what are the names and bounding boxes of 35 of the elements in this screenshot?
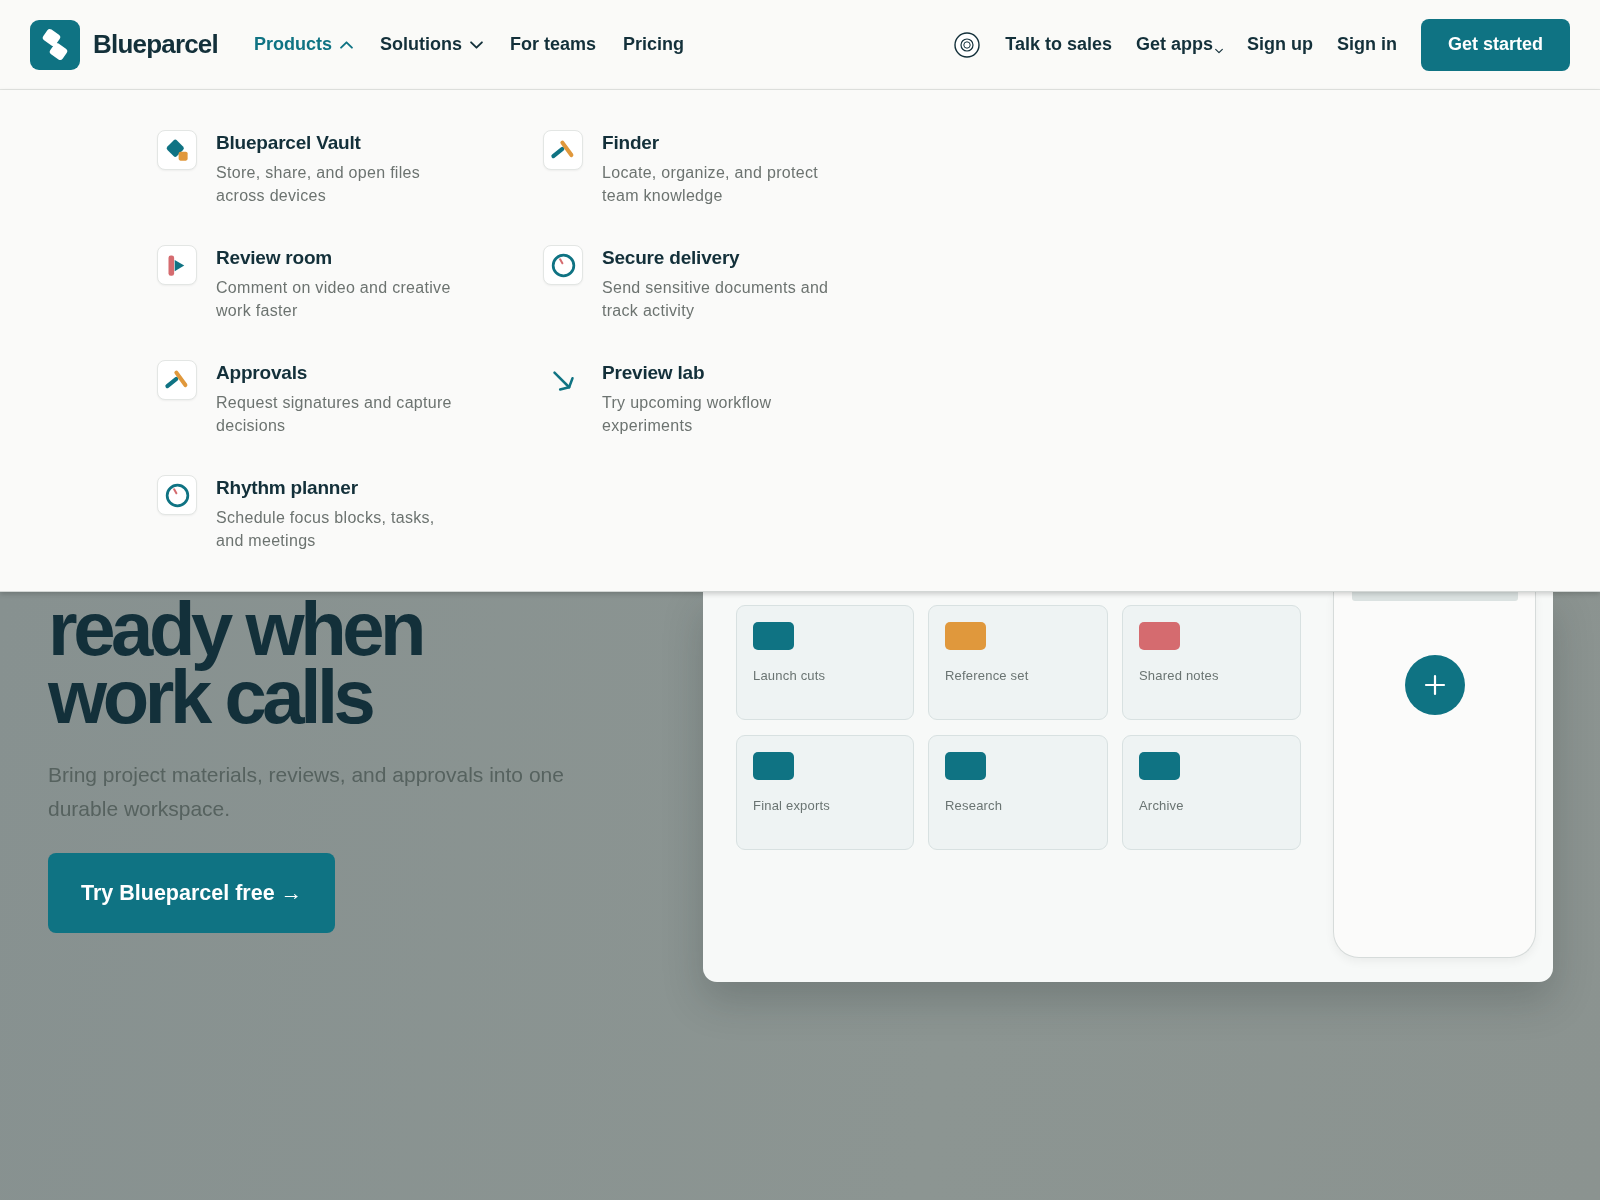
menu-item-description: Store, share, and open files across devices: [216, 163, 422, 206]
nav-link[interactable]: Get apps: [1135, 31, 1223, 58]
target-icon[interactable]: [954, 31, 981, 58]
nav-link[interactable]: Pricing: [623, 31, 684, 58]
menu-item-title[interactable]: Rhythm planner: [216, 476, 358, 500]
folder-label: Final exports: [753, 797, 831, 815]
logo-icon[interactable]: [30, 19, 80, 70]
try-free-button[interactable]: Try Blueparcel free →: [48, 853, 336, 933]
folder-label: Reference set: [945, 667, 1029, 685]
menu-item-title[interactable]: Blueparcel Vault: [216, 131, 361, 155]
folder-label: Research: [945, 797, 1003, 815]
get-started-button[interactable]: Get started: [1420, 18, 1570, 71]
folder-label: Launch cuts: [753, 667, 826, 685]
nav-link[interactable]: Sign up: [1246, 31, 1313, 58]
menu-item-title[interactable]: Approvals: [216, 361, 308, 385]
menu-item-title[interactable]: Secure delivery: [602, 246, 740, 270]
menu-item-description: Send sensitive documents and track activity: [602, 278, 830, 321]
menu-item-description: Schedule focus blocks, tasks, and meetings: [216, 508, 436, 551]
nav-link[interactable]: Products: [253, 31, 353, 58]
nav-link[interactable]: For teams: [509, 31, 596, 58]
menu-item-description: Comment on video and creative work faster: [216, 278, 452, 321]
nav-link[interactable]: Solutions: [379, 31, 483, 58]
nav-link[interactable]: Talk to sales: [1005, 31, 1112, 58]
plus-icon: [1423, 674, 1446, 696]
hero-heading: ready when work calls: [48, 595, 424, 731]
menu-item-title[interactable]: Review room: [216, 246, 333, 270]
menu-item-description: Locate, organize, and protect team knowledge: [602, 163, 819, 206]
brand-name[interactable]: Blueparcel: [93, 25, 218, 64]
menu-item-title[interactable]: Finder: [602, 131, 659, 155]
nav-link[interactable]: Sign in: [1336, 31, 1397, 58]
menu-item-description: Try upcoming workflow experiments: [602, 393, 773, 436]
menu-item-description: Request signatures and capture decisions: [216, 393, 453, 436]
folder-label: Archive: [1139, 797, 1184, 815]
menu-item-title[interactable]: Preview lab: [602, 361, 705, 385]
folder-label: Shared notes: [1139, 667, 1219, 685]
